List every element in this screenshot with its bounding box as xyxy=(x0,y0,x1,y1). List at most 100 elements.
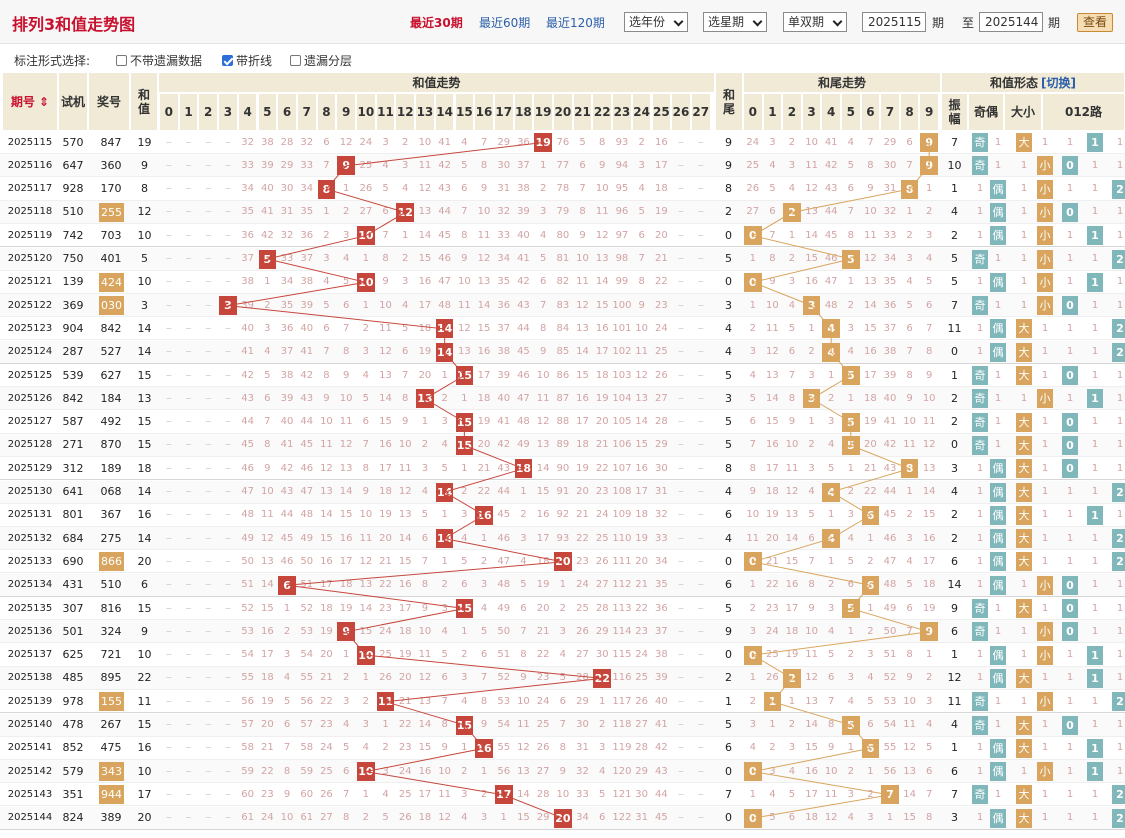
trial-cell: 307 xyxy=(62,601,84,615)
hz-cell: 20 xyxy=(137,554,152,568)
route-miss: 1 xyxy=(1116,579,1124,591)
tail-miss-cell: 5 xyxy=(926,742,933,754)
tail-cell: 2 xyxy=(725,205,732,219)
route-miss: 1 xyxy=(1116,276,1124,288)
oe-mark: 奇 xyxy=(972,249,988,269)
sum-miss-cell: 39 xyxy=(241,299,254,311)
sum-miss-cell: 1 xyxy=(382,719,389,730)
sum-miss-cell: 29 xyxy=(595,625,609,637)
sum-miss-cell: 28 xyxy=(576,672,589,684)
sum-miss-cell: ⎯ xyxy=(678,509,684,521)
sum-miss-cell: 20 xyxy=(635,555,648,567)
sum-miss-cell: 29 xyxy=(536,812,550,824)
sum-col-header-9: 9 xyxy=(336,93,356,131)
sum-miss-cell: 27 xyxy=(320,812,333,824)
sum-miss-cell: 20 xyxy=(536,602,550,614)
tail-cell: 6 xyxy=(725,508,732,522)
sum-miss-cell: 43 xyxy=(280,486,294,497)
bs-miss: 1 xyxy=(1020,253,1028,264)
sum-miss-cell: 4 xyxy=(461,532,468,544)
trial-cell: 501 xyxy=(62,624,84,638)
sum-miss-cell: 2 xyxy=(264,299,271,311)
bs-miss: 1 xyxy=(1041,416,1049,428)
switch-link[interactable]: [切换] xyxy=(1041,76,1076,90)
bs-mark: 小 xyxy=(1037,645,1053,665)
tail-miss-cell: 6 xyxy=(926,765,933,777)
sum-miss-cell: 16 xyxy=(576,392,589,404)
tail-cell: 4 xyxy=(725,485,732,498)
sum-miss-cell: 9 xyxy=(283,788,291,800)
sum-miss-cell: ⎯ xyxy=(166,346,172,358)
col-issue-header[interactable]: 期号 ⇕ xyxy=(2,72,58,131)
sum-miss-cell: 119 xyxy=(612,742,632,754)
sum-miss-cell: 1 xyxy=(500,812,507,824)
route-mark: 2 xyxy=(1112,342,1125,362)
tail-miss-cell: 11 xyxy=(805,649,818,661)
tail-miss-cell: 5 xyxy=(926,276,933,288)
sum-miss-cell: 16 xyxy=(339,532,353,544)
tail-hit-mark: 5 xyxy=(842,366,860,385)
trial-cell: 904 xyxy=(62,321,84,335)
sum-miss-cell: 11 xyxy=(260,509,274,521)
route-miss: 1 xyxy=(1091,788,1099,800)
tail-miss-cell: 24 xyxy=(746,136,760,148)
sum-miss-cell: 46 xyxy=(241,462,254,474)
prize-cell: 275 xyxy=(100,531,122,545)
route-mark: 0 xyxy=(1062,202,1078,222)
sum-miss-cell: 30 xyxy=(497,159,511,171)
sum-miss-cell: ⎯ xyxy=(698,462,704,474)
oe-miss: 1 xyxy=(976,486,984,497)
sum-miss-cell: 1 xyxy=(539,159,547,171)
oe-mark: 奇 xyxy=(972,622,988,642)
tail-miss-cell: 18 xyxy=(766,486,779,497)
trial-cell: 312 xyxy=(62,461,84,475)
tail-miss-cell: 5 xyxy=(788,788,796,800)
tail-miss-cell: 42 xyxy=(883,439,897,451)
tail-miss-cell: 17 xyxy=(785,602,799,614)
sum-miss-cell: 2 xyxy=(421,439,429,451)
oe-mark: 偶 xyxy=(990,738,1006,758)
trial-cell: 431 xyxy=(62,578,84,592)
sum-miss-cell: 23 xyxy=(260,788,274,800)
sum-miss-cell: 5 xyxy=(382,812,389,824)
sum-miss-cell: 4 xyxy=(480,602,488,614)
sum-miss-cell: 17 xyxy=(595,346,609,358)
issue-cell: 2025139 xyxy=(7,695,53,707)
sum-miss-cell: ⎯ xyxy=(186,229,192,241)
sum-miss-cell: 5 xyxy=(382,183,389,195)
sum-miss-cell: ⎯ xyxy=(698,486,704,497)
sum-miss-cell: 18 xyxy=(576,439,589,451)
sum-miss-cell: 2 xyxy=(382,742,389,754)
trial-cell: 139 xyxy=(62,275,84,289)
prize-cell: 895 xyxy=(100,671,122,685)
sum-miss-cell: ⎯ xyxy=(698,276,704,288)
tail-hit-mark: 5 xyxy=(842,249,860,269)
tail-miss-cell: 2 xyxy=(847,649,854,661)
sum-miss-cell: 6 xyxy=(323,136,330,148)
sum-miss-cell: 19 xyxy=(320,625,333,637)
sum-miss-cell: 15 xyxy=(477,322,491,334)
sum-miss-cell: 41 xyxy=(654,719,668,730)
issue-cell: 2025132 xyxy=(7,532,53,544)
sum-miss-cell: 3 xyxy=(599,742,606,754)
sum-miss-cell: 53 xyxy=(241,625,254,637)
hz-cell: 15 xyxy=(137,718,152,731)
sum-miss-cell: ⎯ xyxy=(205,136,211,148)
sum-miss-cell: 25 xyxy=(379,649,392,661)
sum-miss-cell: 1 xyxy=(283,602,291,614)
sum-miss-cell: ⎯ xyxy=(698,695,704,707)
sum-miss-cell: 115 xyxy=(612,649,632,661)
sum-miss-cell: 28 xyxy=(280,136,294,148)
sum-miss-cell: 8 xyxy=(441,719,448,730)
tail-miss-cell: 8 xyxy=(769,253,776,264)
sum-col-header-11: 11 xyxy=(375,93,396,131)
route-miss: 1 xyxy=(1066,509,1074,521)
sum-miss-cell: 16 xyxy=(320,555,333,567)
sum-miss-cell: 30 xyxy=(576,719,589,730)
route-miss: 1 xyxy=(1091,695,1099,707)
tail-miss-cell: 15 xyxy=(903,812,916,824)
sum-miss-cell: 22 xyxy=(379,579,392,591)
sum-miss-cell: 4 xyxy=(362,369,370,381)
tail-miss-cell: 2 xyxy=(769,742,776,754)
route-miss: 1 xyxy=(1116,159,1124,171)
